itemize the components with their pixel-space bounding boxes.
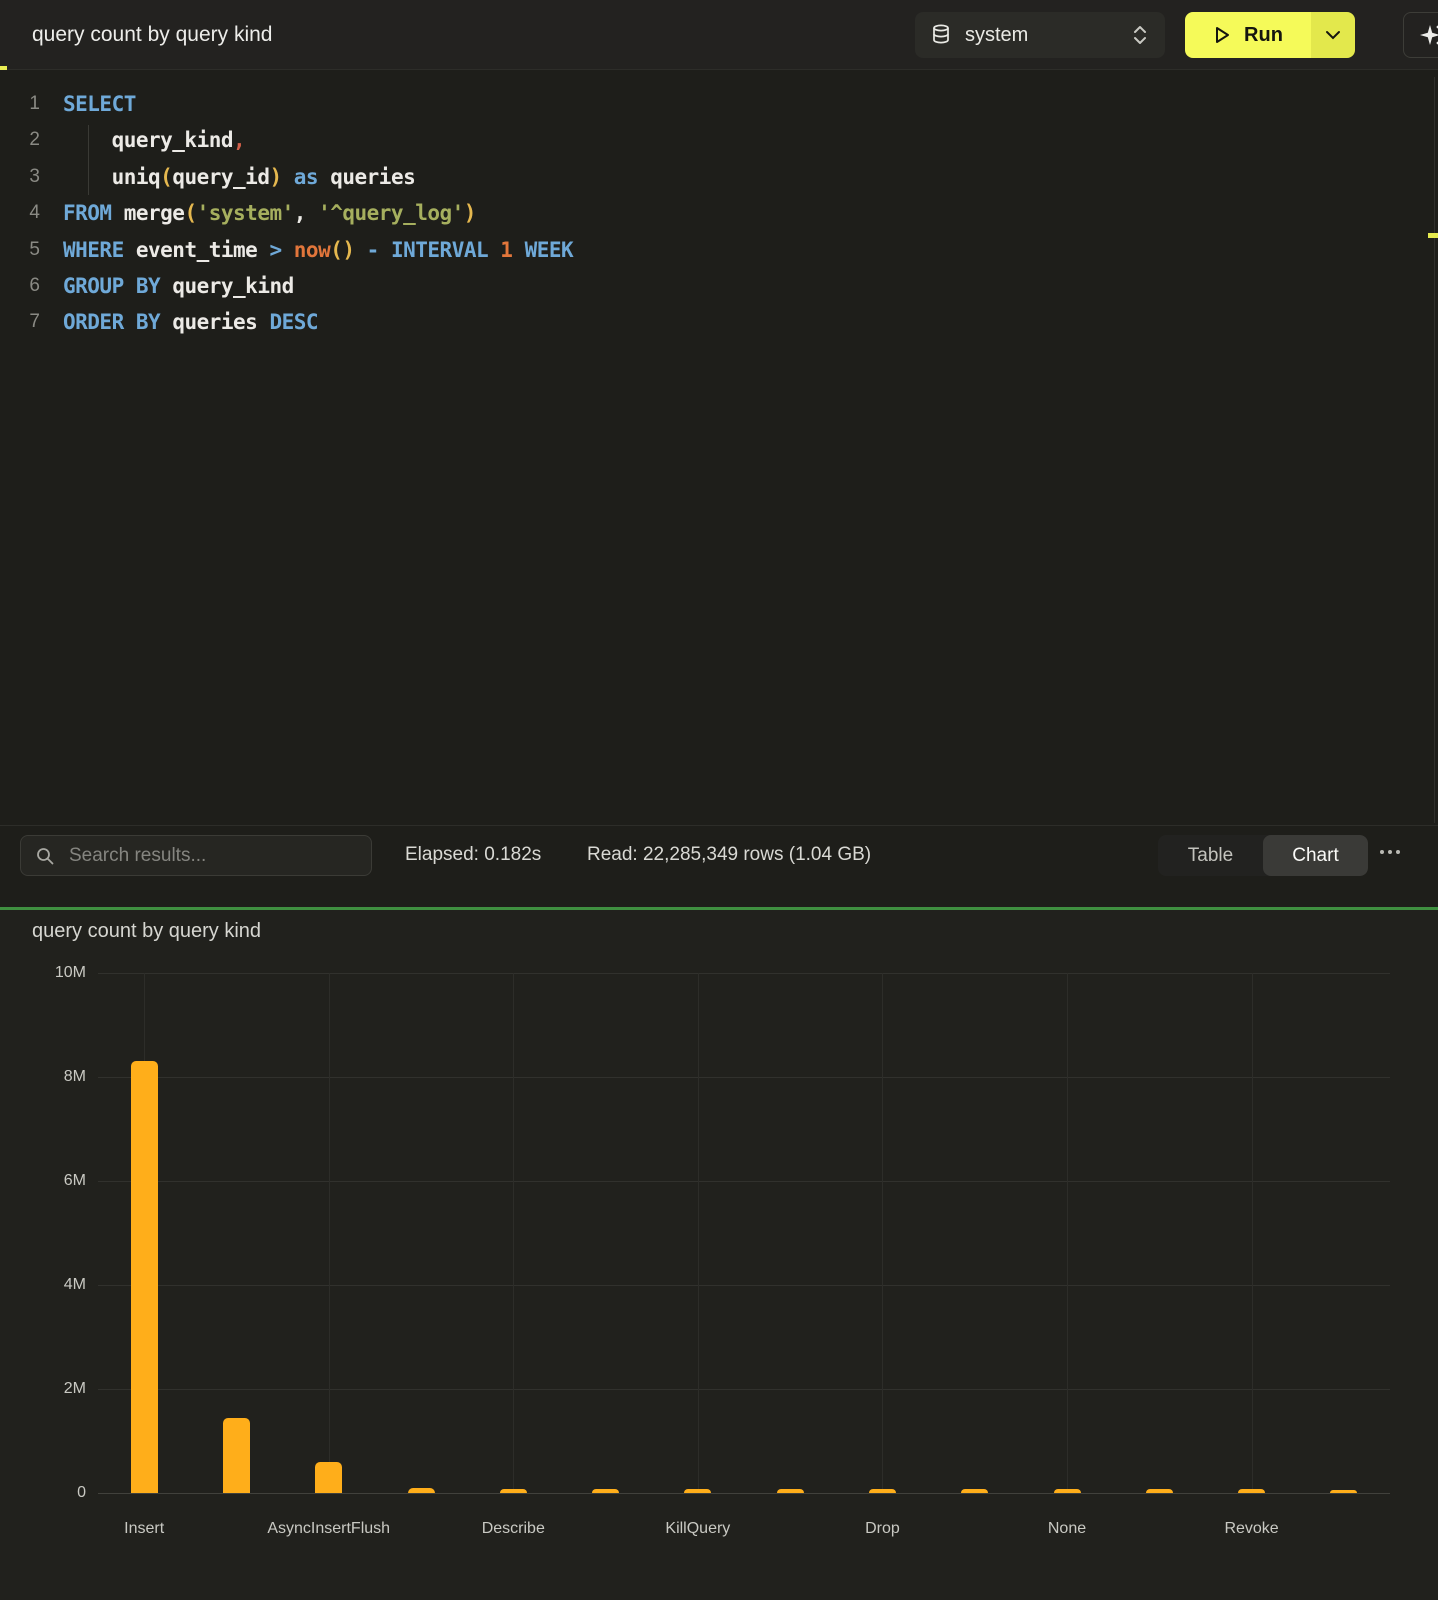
dot-icon	[1380, 850, 1384, 854]
chart-bar[interactable]	[777, 1489, 804, 1493]
database-icon	[931, 24, 951, 46]
play-icon	[1213, 25, 1231, 45]
x-axis-label: Describe	[482, 1520, 545, 1538]
sql-editor[interactable]: 1SELECT2 query_kind,3 uniq(query_id) as …	[0, 71, 1438, 825]
line-number: 2	[0, 122, 40, 158]
x-gridline	[1252, 973, 1253, 1493]
chart-bar[interactable]	[1146, 1489, 1173, 1493]
y-axis-label: 0	[0, 1484, 86, 1502]
run-button-label: Run	[1244, 24, 1283, 47]
y-gridline	[98, 973, 1390, 974]
run-button[interactable]: Run	[1185, 12, 1355, 58]
code-line[interactable]: 6 GROUP BY query_kind	[0, 268, 1438, 304]
line-number: 4	[0, 195, 40, 231]
x-gridline	[1067, 973, 1068, 1493]
x-gridline	[329, 973, 330, 1493]
code-text: ORDER BY queries DESC	[63, 304, 318, 340]
line-number: 1	[0, 86, 40, 122]
elapsed-stat: Elapsed: 0.182s	[405, 844, 541, 866]
code-line[interactable]: 1 SELECT	[0, 86, 1438, 122]
chart-bar[interactable]	[1238, 1489, 1265, 1493]
x-axis-label: Drop	[865, 1520, 900, 1538]
y-gridline	[98, 1285, 1390, 1286]
chart-bar[interactable]	[223, 1418, 250, 1493]
line-number: 7	[0, 304, 40, 340]
assistant-button[interactable]	[1403, 12, 1438, 58]
chart-bar[interactable]	[131, 1061, 158, 1493]
chevron-down-icon	[1325, 30, 1341, 40]
chart-bar[interactable]	[500, 1489, 527, 1493]
line-number: 3	[0, 159, 40, 195]
chart-panel: query count by query kind 02M4M6M8M10MIn…	[0, 910, 1438, 1600]
search-results-box[interactable]	[20, 835, 372, 876]
x-axis-label: AsyncInsertFlush	[267, 1520, 390, 1538]
x-gridline	[882, 973, 883, 1493]
chart-bar[interactable]	[1054, 1489, 1081, 1493]
run-button-main[interactable]: Run	[1185, 12, 1311, 58]
dot-icon	[1396, 850, 1400, 854]
chevron-updown-icon	[1131, 24, 1149, 46]
x-axis-label: None	[1048, 1520, 1086, 1538]
chart-bar[interactable]	[684, 1489, 711, 1493]
chart-bar[interactable]	[1330, 1490, 1357, 1493]
code-text: query_kind,	[63, 122, 245, 158]
x-gridline	[513, 973, 514, 1493]
code-text: WHERE event_time > now() - INTERVAL 1 WE…	[63, 232, 573, 268]
dot-icon	[1388, 850, 1392, 854]
y-gridline	[98, 1077, 1390, 1078]
editor-overview-ruler[interactable]	[1434, 77, 1435, 823]
code-text: uniq(query_id) as queries	[63, 159, 415, 195]
y-axis-label: 8M	[0, 1068, 86, 1086]
code-line[interactable]: 5 WHERE event_time > now() - INTERVAL 1 W…	[0, 232, 1438, 268]
search-icon	[35, 846, 55, 866]
chart-bar[interactable]	[961, 1489, 988, 1493]
code-line[interactable]: 2 query_kind,	[0, 122, 1438, 158]
sparkle-icon	[1418, 23, 1438, 47]
query-title: query count by query kind	[32, 23, 272, 47]
line-number: 5	[0, 232, 40, 268]
database-selector[interactable]: system	[915, 12, 1165, 58]
x-axis-label: Insert	[124, 1520, 164, 1538]
view-toggle: Table Chart	[1158, 835, 1368, 876]
y-gridline	[98, 1181, 1390, 1182]
search-results-input[interactable]	[67, 844, 357, 868]
code-line[interactable]: 3 uniq(query_id) as queries	[0, 159, 1438, 195]
code-line[interactable]: 7 ORDER BY queries DESC	[0, 304, 1438, 340]
chart-bar[interactable]	[315, 1462, 342, 1493]
x-axis-label: KillQuery	[665, 1520, 730, 1538]
more-options-button[interactable]	[1380, 850, 1400, 854]
read-stat: Read: 22,285,349 rows (1.04 GB)	[587, 844, 871, 866]
y-axis-label: 6M	[0, 1172, 86, 1190]
line-number: 6	[0, 268, 40, 304]
x-axis-line	[98, 1493, 1390, 1494]
database-selector-value: system	[965, 24, 1028, 47]
results-toolbar: Elapsed: 0.182s Read: 22,285,349 rows (1…	[0, 825, 1438, 907]
top-bar: query count by query kind system Run	[0, 0, 1438, 70]
chart-bar[interactable]	[592, 1489, 619, 1493]
chart-bar[interactable]	[408, 1488, 435, 1493]
code-text: GROUP BY query_kind	[63, 268, 294, 304]
code-text: FROM merge('system', '^query_log')	[63, 195, 476, 231]
chart-bar[interactable]	[869, 1489, 896, 1493]
y-axis-label: 10M	[0, 964, 86, 982]
y-gridline	[98, 1389, 1390, 1390]
tab-table[interactable]: Table	[1158, 835, 1263, 876]
indent-guide	[88, 125, 89, 195]
run-options-caret[interactable]	[1311, 12, 1355, 58]
code-line[interactable]: 4 FROM merge('system', '^query_log')	[0, 195, 1438, 231]
code-text: SELECT	[63, 86, 136, 122]
y-axis-label: 2M	[0, 1380, 86, 1398]
x-gridline	[698, 973, 699, 1493]
x-axis-label: Revoke	[1224, 1520, 1278, 1538]
overview-ruler-mark	[1428, 233, 1438, 238]
bar-chart: 0 2M 4M 6M 8M 10M Insert AsyncInsertFlush Descri…	[0, 910, 1438, 1600]
cursor-position-marker	[0, 66, 7, 70]
tab-chart[interactable]: Chart	[1263, 835, 1368, 876]
y-axis-label: 4M	[0, 1276, 86, 1294]
